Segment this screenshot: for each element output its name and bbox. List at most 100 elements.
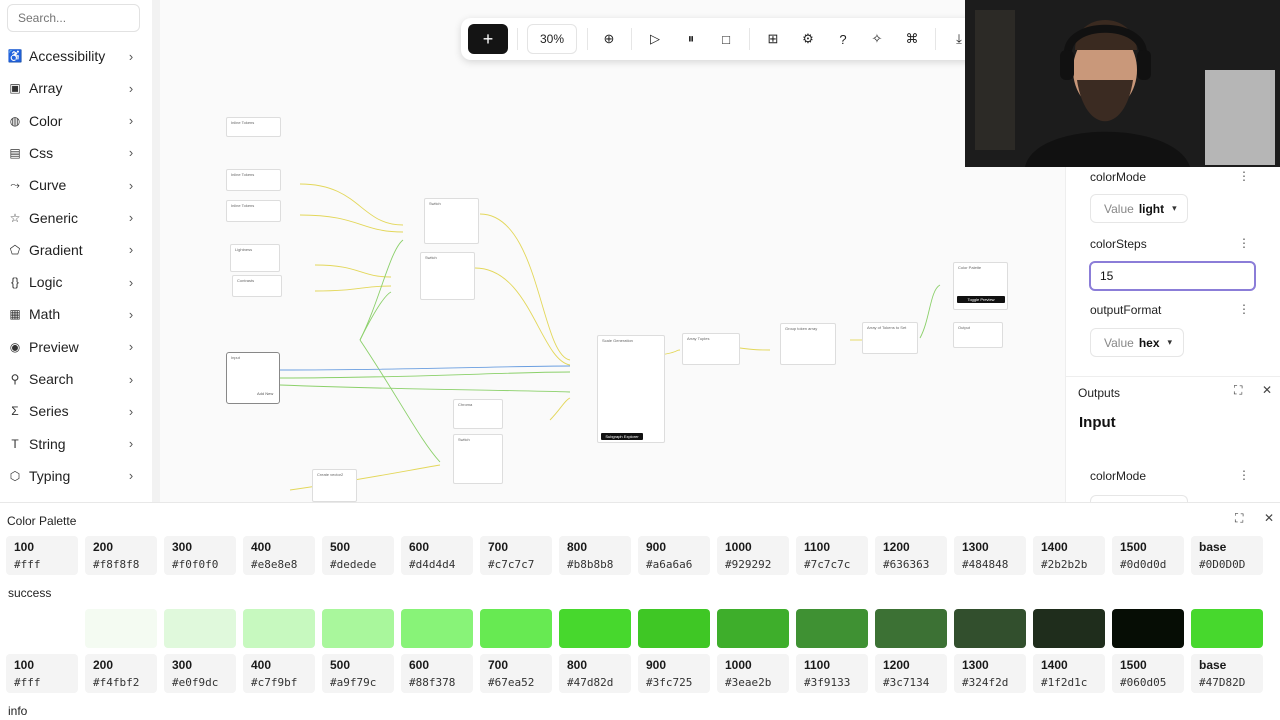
- output-format-select[interactable]: Value hex ▾: [1090, 328, 1184, 357]
- sidebar-item-logic[interactable]: {} Logic ›: [0, 268, 150, 296]
- palette-cell[interactable]: 300 #e0f9dc: [164, 654, 236, 693]
- color-swatch[interactable]: [638, 609, 710, 648]
- sidebar-scrollbar[interactable]: [152, 0, 160, 502]
- palette-cell[interactable]: 900 #3fc725: [638, 654, 710, 693]
- color-swatch[interactable]: [85, 609, 157, 648]
- pause-icon[interactable]: ⏸: [681, 29, 701, 49]
- graph-node[interactable]: Contrasts: [232, 275, 282, 297]
- sidebar-item-array[interactable]: ▣ Array ›: [0, 74, 150, 102]
- color-swatch[interactable]: [717, 609, 789, 648]
- palette-cell[interactable]: 100 #fff: [6, 654, 78, 693]
- graph-node[interactable]: Switch: [453, 434, 503, 484]
- close-icon[interactable]: ✕: [1264, 511, 1274, 525]
- palette-cell[interactable]: 1100 #3f9133: [796, 654, 868, 693]
- palette-cell[interactable]: 800 #47d82d: [559, 654, 631, 693]
- graph-node[interactable]: Switch: [420, 252, 475, 300]
- palette-cell[interactable]: 1400 #1f2d1c: [1033, 654, 1105, 693]
- palette-cell[interactable]: 800 #b8b8b8: [559, 536, 631, 575]
- graph-node[interactable]: Input Add New: [226, 352, 280, 404]
- graph-node[interactable]: Output: [953, 322, 1003, 348]
- help-icon[interactable]: ?: [833, 29, 853, 49]
- palette-cell[interactable]: 1100 #7c7c7c: [796, 536, 868, 575]
- search-input[interactable]: [7, 4, 140, 32]
- palette-cell[interactable]: base #47D82D: [1191, 654, 1263, 693]
- color-swatch[interactable]: [1112, 609, 1184, 648]
- more-icon[interactable]: ⋮: [1238, 236, 1250, 250]
- palette-cell[interactable]: 1500 #060d05: [1112, 654, 1184, 693]
- graph-node[interactable]: Switch: [424, 198, 479, 244]
- sidebar-item-generic[interactable]: ☆ Generic ›: [0, 204, 150, 232]
- add-new-link[interactable]: Add New: [257, 391, 273, 396]
- graph-canvas[interactable]: Inline Tokens Inline Tokens Inline Tokens L…: [160, 0, 1065, 502]
- palette-cell[interactable]: 1000 #3eae2b: [717, 654, 789, 693]
- sidebar-item-accessibility[interactable]: ♿ Accessibility ›: [0, 42, 150, 70]
- color-swatch[interactable]: [954, 609, 1026, 648]
- subgraph-explorer-button[interactable]: Subgraph Explorer: [601, 433, 643, 440]
- palette-cell[interactable]: 700 #c7c7c7: [480, 536, 552, 575]
- color-swatch[interactable]: [480, 609, 552, 648]
- palette-cell[interactable]: 1300 #484848: [954, 536, 1026, 575]
- graph-node[interactable]: Create vector2: [312, 469, 357, 502]
- palette-cell[interactable]: 1200 #636363: [875, 536, 947, 575]
- palette-cell[interactable]: 500 #dedede: [322, 536, 394, 575]
- table-icon[interactable]: ⊞: [763, 29, 783, 49]
- settings-icon[interactable]: ⚙: [798, 29, 818, 49]
- sidebar-item-search[interactable]: ⚲ Search ›: [0, 365, 150, 393]
- more-icon[interactable]: ⋮: [1238, 468, 1250, 482]
- color-swatch[interactable]: [322, 609, 394, 648]
- palette-cell[interactable]: 200 #f8f8f8: [85, 536, 157, 575]
- close-icon[interactable]: ✕: [1262, 383, 1272, 397]
- layout-icon[interactable]: ⊕: [599, 29, 619, 49]
- color-swatch[interactable]: [875, 609, 947, 648]
- sidebar-item-css[interactable]: ▤ Css ›: [0, 139, 150, 167]
- sidebar-item-gradient[interactable]: ⬠ Gradient ›: [0, 236, 150, 264]
- color-mode-select[interactable]: Value light ▾: [1090, 194, 1188, 223]
- graph-node[interactable]: Scale Generation Subgraph Explorer: [597, 335, 665, 443]
- color-swatch[interactable]: [243, 609, 315, 648]
- palette-cell[interactable]: 300 #f0f0f0: [164, 536, 236, 575]
- palette-cell[interactable]: 1500 #0d0d0d: [1112, 536, 1184, 575]
- expand-icon[interactable]: ⛶: [1234, 383, 1242, 398]
- graph-node[interactable]: Group token array: [780, 323, 836, 365]
- toggle-preview-button[interactable]: Toggle Preview: [957, 296, 1005, 303]
- palette-cell[interactable]: 700 #67ea52: [480, 654, 552, 693]
- color-swatch[interactable]: [559, 609, 631, 648]
- palette-cell[interactable]: 500 #a9f79c: [322, 654, 394, 693]
- palette-cell[interactable]: 600 #d4d4d4: [401, 536, 473, 575]
- color-swatch[interactable]: [1191, 609, 1263, 648]
- palette-cell[interactable]: 1300 #324f2d: [954, 654, 1026, 693]
- sidebar-item-series[interactable]: Σ Series ›: [0, 397, 150, 425]
- graph-node[interactable]: Array of Tokens to Set: [862, 322, 918, 354]
- sidebar-item-color[interactable]: ◍ Color ›: [0, 107, 150, 135]
- color-swatch[interactable]: [796, 609, 868, 648]
- palette-cell[interactable]: 1000 #929292: [717, 536, 789, 575]
- graph-node[interactable]: Inline Tokens: [226, 169, 281, 191]
- play-icon[interactable]: ▷: [645, 29, 665, 49]
- zoom-level[interactable]: 30%: [527, 24, 577, 54]
- magic-icon[interactable]: ✧: [867, 29, 887, 49]
- stop-icon[interactable]: □: [716, 29, 736, 49]
- palette-cell[interactable]: 1200 #3c7134: [875, 654, 947, 693]
- expand-icon[interactable]: ⛶: [1235, 511, 1243, 526]
- graph-node[interactable]: Array Tuples: [682, 333, 740, 365]
- sidebar-item-typing[interactable]: ⬡ Typing ›: [0, 462, 150, 490]
- color-swatch[interactable]: [401, 609, 473, 648]
- shortcut-icon[interactable]: ⌘: [902, 29, 922, 49]
- palette-cell[interactable]: base #0D0D0D: [1191, 536, 1263, 575]
- color-steps-input[interactable]: [1089, 261, 1256, 291]
- palette-cell[interactable]: 400 #c7f9bf: [243, 654, 315, 693]
- palette-cell[interactable]: 200 #f4fbf2: [85, 654, 157, 693]
- graph-node[interactable]: Inline Tokens: [226, 117, 281, 137]
- color-swatch[interactable]: [6, 609, 78, 648]
- sidebar-item-preview[interactable]: ◉ Preview ›: [0, 333, 150, 361]
- graph-node[interactable]: Inline Tokens: [226, 200, 281, 222]
- palette-cell[interactable]: 600 #88f378: [401, 654, 473, 693]
- more-icon[interactable]: ⋮: [1238, 169, 1250, 183]
- palette-cell[interactable]: 400 #e8e8e8: [243, 536, 315, 575]
- sidebar-item-curve[interactable]: ⤳ Curve ›: [0, 171, 150, 199]
- sidebar-item-string[interactable]: T String ›: [0, 430, 150, 458]
- add-node-button[interactable]: +: [468, 24, 508, 54]
- more-icon[interactable]: ⋮: [1238, 302, 1250, 316]
- graph-node[interactable]: Color Palette Toggle Preview: [953, 262, 1008, 310]
- palette-cell[interactable]: 1400 #2b2b2b: [1033, 536, 1105, 575]
